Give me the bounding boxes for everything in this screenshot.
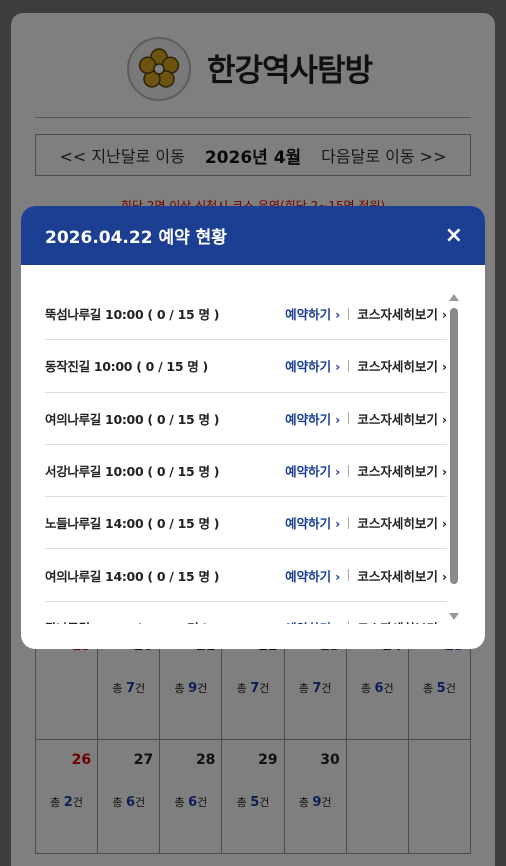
reservation-modal: 2026.04.22 예약 현황 × 뚝섬나루길 10:00 ( 0 / 15 … [21,206,485,649]
course-name: 동작진길 10:00 ( 0 / 15 명 ) [45,359,208,375]
chevron-right-icon: › [441,516,447,532]
modal-title: 2026.04.22 예약 현황 [45,228,227,248]
course-detail-link[interactable]: 코스자세히보기› [357,356,447,375]
chevron-right-icon: › [441,307,447,323]
reserve-label: 예약하기 [285,359,332,375]
scroll-up-arrow-icon[interactable] [449,294,459,301]
reserve-link[interactable]: 예약하기› [285,356,346,375]
reserve-label: 예약하기 [285,568,332,584]
chevron-right-icon: › [441,411,447,427]
divider [348,307,350,320]
chevron-right-icon: › [335,307,341,323]
chevron-right-icon: › [335,359,341,375]
detail-label: 코스자세히보기 [357,621,438,624]
course-name: 뚝섬나루길 10:00 ( 0 / 15 명 ) [45,307,220,323]
divider [348,412,350,425]
course-name: 노들나루길 14:00 ( 0 / 15 명 ) [45,516,220,532]
course-detail-link[interactable]: 코스자세히보기› [357,409,447,428]
reserve-label: 예약하기 [285,464,332,480]
course-name: 여의나루길 10:00 ( 0 / 15 명 ) [45,411,220,427]
list-item: 서강나루길 10:00 ( 0 / 15 명 ) 예약하기 › 코스자세히보기 › [45,445,447,498]
chevron-right-icon: › [335,411,341,427]
list-item: 여의나루길 14:00 ( 0 / 15 명 ) 예약하기 › 코스자세히보기 › [45,549,447,602]
list-item: 여의나루길 10:00 ( 0 / 15 명 ) 예약하기 › 코스자세히보기 › [45,393,447,445]
modal-header: 2026.04.22 예약 현황 × [21,206,485,265]
detail-label: 코스자세히보기 [357,568,438,584]
reserve-label: 예약하기 [285,516,332,532]
course-list[interactable]: 뚝섬나루길 10:00 ( 0 / 15 명 ) 예약하기 › 코스자세히보기 › 동작진… [45,288,447,624]
reserve-label: 예약하기 [285,621,331,624]
chevron-right-icon: › [335,464,341,480]
reserve-link[interactable]: 예약하기 › [285,618,346,624]
chevron-right-icon: › [335,516,341,532]
divider [348,516,350,529]
divider [348,621,350,624]
course-detail-link[interactable]: 코스자세히보기› [357,513,447,532]
chevron-right-icon: › [441,359,447,375]
course-name: 광나루길 14:00 ( 0 / 15 명 ) [45,618,285,624]
close-icon[interactable]: × [445,224,463,247]
list-item: 광나루길 14:00 ( 0 / 15 명 )예약하기 › 코스자세히보기 › [45,602,447,624]
reserve-label: 예약하기 [285,307,332,323]
course-detail-link[interactable]: 코스자세히보기 › [357,618,447,624]
reserve-link[interactable]: 예약하기› [285,304,346,323]
chevron-right-icon: › [442,621,447,624]
course-detail-link[interactable]: 코스자세히보기› [357,566,447,585]
divider [348,569,350,582]
reserve-link[interactable]: 예약하기› [285,513,346,532]
scroll-thumb[interactable] [450,308,458,584]
scroll-down-arrow-icon[interactable] [449,613,459,620]
course-name: 여의나루길 14:00 ( 0 / 15 명 ) [45,568,220,584]
course-detail-link[interactable]: 코스자세히보기› [357,461,447,480]
chevron-right-icon: › [335,568,341,584]
detail-label: 코스자세히보기 [357,516,438,532]
reserve-link[interactable]: 예약하기› [285,566,346,585]
detail-label: 코스자세히보기 [357,359,438,375]
list-item: 노들나루길 14:00 ( 0 / 15 명 ) 예약하기 › 코스자세히보기 › [45,497,447,550]
scrollbar[interactable] [449,294,459,620]
detail-label: 코스자세히보기 [357,307,438,323]
chevron-right-icon: › [335,621,340,624]
chevron-right-icon: › [441,568,447,584]
reserve-link[interactable]: 예약하기› [285,461,346,480]
divider [348,359,350,372]
divider [348,464,350,477]
detail-label: 코스자세히보기 [357,411,438,427]
chevron-right-icon: › [441,464,447,480]
reserve-label: 예약하기 [285,411,332,427]
list-item: 뚝섬나루길 10:00 ( 0 / 15 명 ) 예약하기 › 코스자세히보기 › [45,288,447,341]
reserve-link[interactable]: 예약하기› [285,409,346,428]
course-detail-link[interactable]: 코스자세히보기› [357,304,447,323]
detail-label: 코스자세히보기 [357,464,438,480]
course-name: 서강나루길 10:00 ( 0 / 15 명 ) [45,464,220,480]
list-item: 동작진길 10:00 ( 0 / 15 명 ) 예약하기 › 코스자세히보기 › [45,340,447,393]
